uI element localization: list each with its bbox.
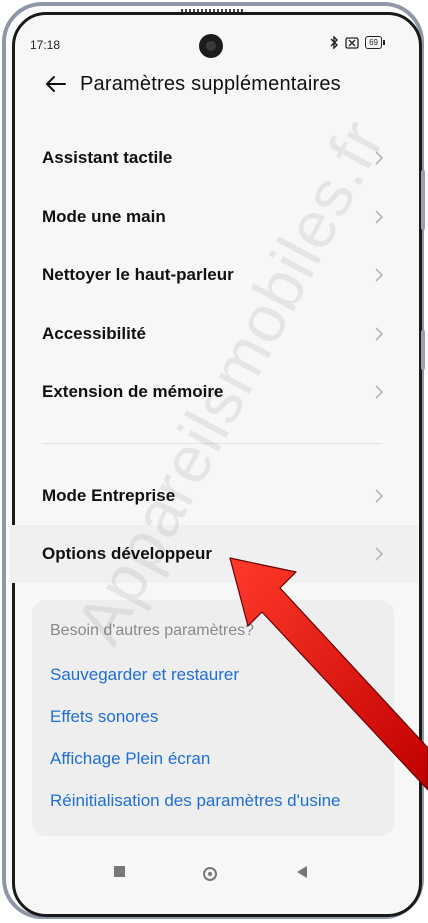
status-icons: 69 [329,36,385,49]
settings-item-mode-une-main[interactable]: Mode une main [42,194,384,240]
settings-item-label: Extension de mémoire [42,382,224,401]
link-affichage-plein-ecran[interactable]: Affichage Plein écran [50,749,210,769]
settings-item-label: Options développeur [42,544,213,563]
volume-button [421,170,425,230]
settings-item-assistant-tactile[interactable]: Assistant tactile [42,135,384,181]
settings-item-mode-entreprise[interactable]: Mode Entreprise [42,473,384,519]
section-divider [42,443,382,444]
settings-item-label: Mode une main [42,207,166,226]
status-time: 17:18 [30,38,61,52]
link-effets-sonores[interactable]: Effets sonores [50,707,158,727]
chevron-right-icon [375,151,384,165]
settings-item-nettoyer-haut-parleur[interactable]: Nettoyer le haut-parleur [42,252,384,298]
home-circle-icon[interactable] [203,867,217,881]
settings-item-extension-memoire[interactable]: Extension de mémoire [42,369,384,415]
settings-item-label: Mode Entreprise [42,486,176,505]
settings-item-label: Assistant tactile [42,148,173,167]
recents-square-icon[interactable] [114,866,125,877]
settings-item-accessibilite[interactable]: Accessibilité [42,311,384,357]
page-header: Paramètres supplémentaires [44,72,341,96]
earpiece-speaker [181,9,245,12]
link-reinitialisation-usine[interactable]: Réinitialisation des paramètres d'usine [50,791,341,811]
settings-item-label: Nettoyer le haut-parleur [42,265,234,284]
bluetooth-icon [330,36,339,49]
chevron-right-icon [375,268,384,282]
sim-off-icon [345,36,359,49]
settings-item-label: Accessibilité [42,324,146,343]
suggestions-card: Besoin d'autres paramètres? Sauvegarder … [32,600,394,836]
suggestions-question: Besoin d'autres paramètres? [50,622,255,639]
chevron-right-icon [375,489,384,503]
chevron-right-icon [375,547,384,561]
link-sauvegarder-restaurer[interactable]: Sauvegarder et restaurer [50,665,239,685]
power-button [421,330,425,370]
chevron-right-icon [375,327,384,341]
chevron-right-icon [375,385,384,399]
back-triangle-icon[interactable] [297,866,307,878]
arrow-left-icon[interactable] [44,72,68,96]
settings-item-options-developpeur[interactable]: Options développeur [42,531,384,577]
page-title: Paramètres supplémentaires [80,72,341,95]
chevron-right-icon [375,210,384,224]
battery-icon: 69 [365,36,385,49]
front-camera [199,34,223,58]
